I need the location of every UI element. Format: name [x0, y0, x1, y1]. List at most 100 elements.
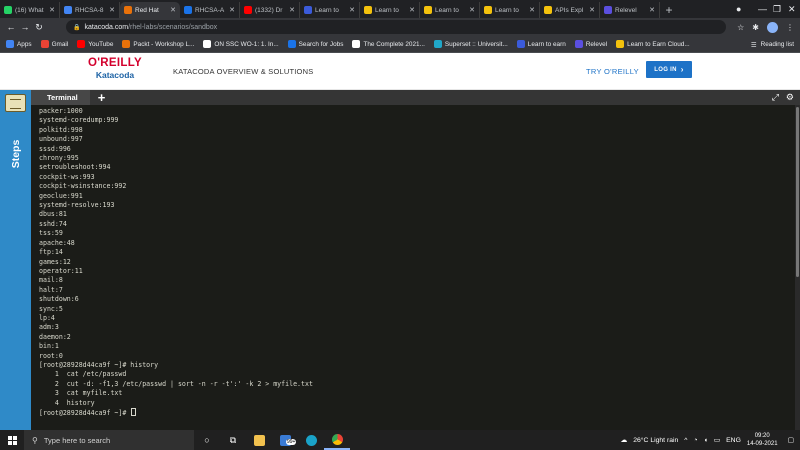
bookmark-favicon-icon — [616, 40, 625, 48]
terminal-line: sync:5 — [39, 304, 63, 313]
cortana-icon[interactable]: ○ — [194, 430, 220, 450]
terminal-output[interactable]: packer:1000 systemd-coredump:999 polkitd:9… — [31, 105, 795, 430]
browser-tab-title: RHCSA-8 — [75, 6, 104, 14]
edge-icon[interactable] — [298, 430, 324, 450]
bookmark-label: The Complete 2021... — [363, 40, 425, 48]
browser-tab[interactable]: Learn to ✕ — [300, 2, 360, 18]
weather-text[interactable]: 26°C Light rain — [633, 437, 678, 444]
bookmark-label: Apps — [17, 40, 32, 48]
keyboard-icon[interactable]: ▭ — [714, 436, 720, 444]
start-button[interactable] — [0, 430, 24, 450]
overview-solutions-link[interactable]: KATACODA OVERVIEW & SOLUTIONS — [173, 67, 313, 76]
language-indicator[interactable]: ENG — [726, 437, 741, 444]
notifications-icon[interactable]: ▢ — [788, 436, 794, 444]
settings-gear-icon[interactable]: ⚙ — [786, 92, 794, 103]
close-tab-icon[interactable]: ✕ — [49, 6, 55, 14]
clock[interactable]: 09:20 14-09-2021 — [747, 432, 778, 448]
reload-icon[interactable]: ↻ — [32, 22, 46, 33]
close-tab-icon[interactable]: ✕ — [170, 6, 176, 14]
terminal-line: systemd-resolve:193 — [39, 201, 115, 210]
fullscreen-icon[interactable]: ⤢ — [772, 92, 779, 103]
browser-tab[interactable]: Learn to ✕ — [420, 2, 480, 18]
new-tab-icon[interactable]: + — [660, 2, 678, 18]
terminal-line: 1 cat /etc/passwd — [39, 370, 127, 379]
task-view-icon[interactable]: ⧉ — [220, 430, 246, 450]
bookmark-item[interactable]: Search for Jobs — [287, 40, 343, 48]
oreilly-katacoda-logo[interactable]: O'REILLY Katacoda — [85, 57, 145, 79]
weather-icon[interactable]: ☁ — [620, 436, 627, 444]
steps-sidebar[interactable]: Steps — [0, 90, 31, 430]
terminal-line: systemd-coredump:999 — [39, 116, 119, 125]
mail-icon[interactable]: 99+ — [272, 430, 298, 450]
browser-tab-title: Red Hat — [135, 6, 159, 14]
login-button[interactable]: LOG IN › — [646, 61, 692, 78]
bookmark-item[interactable]: YouTube — [77, 40, 113, 48]
browser-tab[interactable]: Relevel ✕ — [600, 2, 660, 18]
terminal-line: lp:4 — [39, 313, 55, 322]
terminal-prompt-line[interactable]: [root@28928d44ca9f ~]# — [39, 408, 795, 418]
close-tab-icon[interactable]: ✕ — [469, 6, 475, 14]
close-tab-icon[interactable]: ✕ — [409, 6, 415, 14]
browser-tab[interactable]: (1332) Dr ✕ — [240, 2, 300, 18]
chrome-icon[interactable] — [324, 430, 350, 450]
terminal-line: 3 cat myfile.txt — [39, 389, 123, 398]
bookmark-star-icon[interactable]: ☆ — [737, 23, 744, 32]
close-tab-icon[interactable]: ✕ — [349, 6, 355, 14]
volume-icon[interactable]: ◖ — [704, 437, 708, 444]
scrollbar-thumb[interactable] — [796, 107, 799, 277]
terminal-line: cockpit-ws:993 — [39, 172, 95, 181]
bookmark-favicon-icon — [122, 40, 131, 48]
terminal-line: daemon:2 — [39, 332, 71, 341]
terminal-scrollbar[interactable] — [795, 105, 800, 430]
browser-tab[interactable]: RHCSA-8 ✕ — [60, 2, 120, 18]
file-explorer-icon[interactable] — [246, 430, 272, 450]
bookmark-item[interactable]: Superset :: Universit... — [433, 40, 508, 48]
lock-icon: 🔒 — [73, 24, 81, 31]
close-tab-icon[interactable]: ✕ — [289, 6, 295, 14]
browser-tab[interactable]: RHCSA-A ✕ — [180, 2, 240, 18]
terminal-line: packer:1000 — [39, 107, 83, 115]
browser-tab[interactable]: Learn to ✕ — [480, 2, 540, 18]
bookmark-label: Learn to Earn Cloud... — [627, 40, 690, 48]
browser-tab[interactable]: APIs Expl ✕ — [540, 2, 600, 18]
taskbar-search-input[interactable]: ⚲ Type here to search — [24, 430, 194, 450]
reading-list-button[interactable]: ☰ Reading list — [751, 36, 794, 53]
back-icon[interactable]: ← — [4, 22, 18, 32]
bookmark-item[interactable]: The Complete 2021... — [352, 40, 425, 48]
tab-terminal[interactable]: Terminal — [31, 90, 90, 105]
network-icon[interactable]: ◔ — [694, 437, 698, 444]
bookmark-item[interactable]: Gmail — [40, 40, 68, 48]
browser-tab[interactable]: Learn to ✕ — [360, 2, 420, 18]
close-tab-icon[interactable]: ✕ — [589, 6, 595, 14]
menu-icon[interactable]: ⋮ — [786, 23, 794, 32]
bookmark-item[interactable]: ON SSC WO-1: 1. In... — [203, 40, 279, 48]
maximize-icon[interactable]: ❐ — [773, 0, 781, 18]
profile-icon[interactable]: ● — [736, 0, 741, 18]
close-tab-icon[interactable]: ✕ — [529, 6, 535, 14]
bookmark-favicon-icon — [433, 40, 442, 48]
bookmark-item[interactable]: Packt - Workshop L... — [122, 40, 194, 48]
bookmark-item[interactable]: Relevel — [574, 40, 607, 48]
tray-chevron-icon[interactable]: ^ — [684, 437, 687, 444]
address-bar[interactable]: 🔒 katacoda.com/rhel-labs/scenarios/sandb… — [66, 20, 726, 34]
close-tab-icon[interactable]: ✕ — [109, 6, 115, 14]
bookmark-item[interactable]: Learn to earn — [516, 40, 566, 48]
extensions-icon[interactable]: ✱ — [752, 23, 759, 32]
bookmark-item[interactable]: Apps — [6, 40, 32, 48]
terminal-tab-bar: Terminal + ⤢ ⚙ — [31, 90, 800, 105]
close-window-icon[interactable]: ✕ — [788, 0, 796, 18]
close-tab-icon[interactable]: ✕ — [229, 6, 235, 14]
minimize-icon[interactable]: — — [758, 0, 767, 18]
browser-tab[interactable]: (16) What ✕ — [0, 2, 60, 18]
forward-icon[interactable]: → — [18, 22, 32, 32]
bookmark-item[interactable]: Learn to Earn Cloud... — [616, 40, 690, 48]
system-tray: ☁ 26°C Light rain ^ ◔ ◖ ▭ ENG 09:20 14-0… — [620, 430, 800, 450]
steps-label: Steps — [10, 139, 22, 169]
windows-taskbar: ⚲ Type here to search ○ ⧉ 99+ ☁ 26°C Lig… — [0, 430, 800, 450]
add-tab-icon[interactable]: + — [98, 90, 106, 105]
bookmark-label: Learn to earn — [527, 40, 566, 48]
try-oreilly-link[interactable]: TRY O'REILLY — [586, 67, 639, 76]
browser-tab[interactable]: Red Hat ✕ — [120, 2, 180, 18]
avatar[interactable] — [767, 21, 778, 33]
close-tab-icon[interactable]: ✕ — [649, 6, 655, 14]
